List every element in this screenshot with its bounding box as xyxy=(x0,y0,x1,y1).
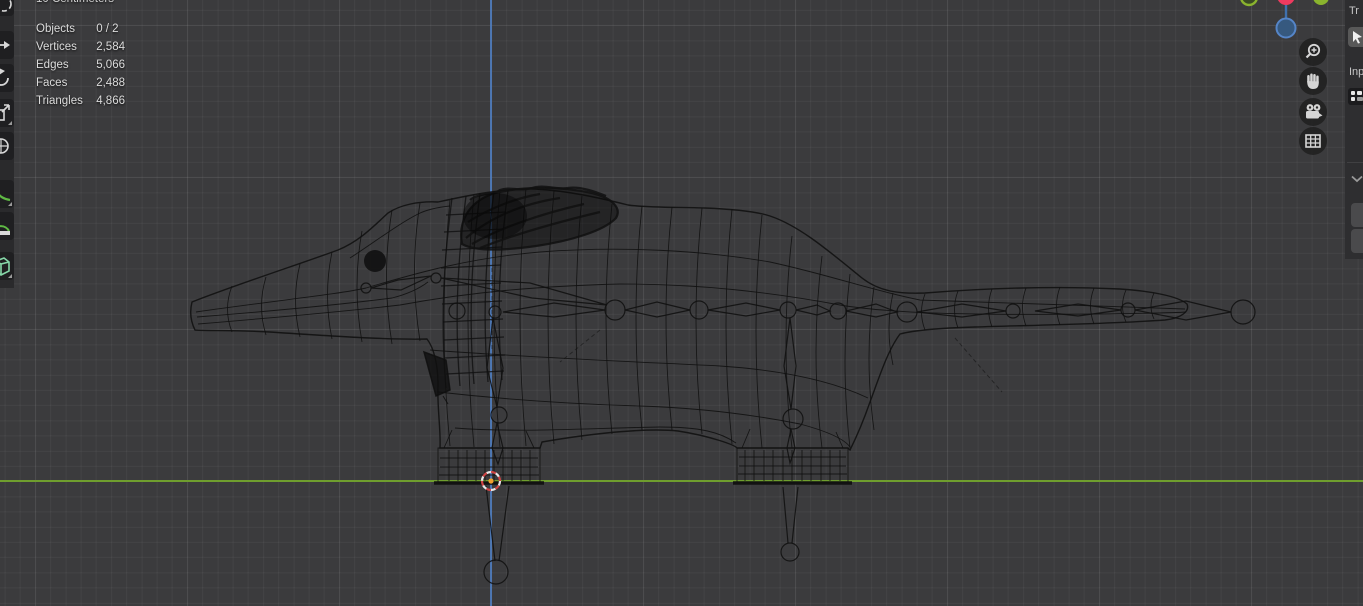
axis-line-blue xyxy=(490,0,492,606)
left-toolbar xyxy=(0,0,14,288)
panel-separator xyxy=(1347,162,1363,163)
side-panel: Tr Inp xyxy=(1345,0,1363,259)
scale-tool-button[interactable] xyxy=(0,99,14,127)
pan-hand-icon xyxy=(1307,73,1319,89)
panel-button-top[interactable] xyxy=(1351,203,1363,227)
grid-scale-label: 10 Centimeters xyxy=(36,0,114,5)
grid-ortho-button[interactable] xyxy=(1299,127,1327,155)
axis-y2-green-icon xyxy=(1313,0,1329,5)
zoom-icon xyxy=(1305,43,1321,59)
pan-button[interactable] xyxy=(1299,67,1327,95)
input-label: Inp xyxy=(1349,66,1363,78)
axis-y-green-icon xyxy=(1240,0,1258,7)
statistics-overlay: Objects 0 / 2 Vertices 2,584 Edges 5,066… xyxy=(36,20,125,110)
camera-view-icon xyxy=(1305,104,1322,119)
panel-button-bottom[interactable] xyxy=(1351,229,1363,253)
viewport-grid xyxy=(0,0,1363,606)
chevron-down-icon[interactable] xyxy=(1351,175,1363,183)
transform-tool-button[interactable] xyxy=(0,132,14,160)
axis-z-blue-icon xyxy=(1275,17,1297,39)
stat-triangles: Triangles 4,866 xyxy=(36,95,125,107)
zoom-button[interactable] xyxy=(1299,38,1327,66)
annotate-tool-button[interactable] xyxy=(0,180,14,208)
submenu-corner xyxy=(8,121,12,125)
keyboard-icon[interactable] xyxy=(1348,88,1363,105)
camera-view-button[interactable] xyxy=(1299,98,1327,126)
grid-ortho-icon xyxy=(1305,134,1321,148)
stat-objects: Objects 0 / 2 xyxy=(36,23,119,35)
transform-label: Tr xyxy=(1349,5,1359,17)
blender-3d-viewport[interactable]: 10 Centimeters Objects 0 / 2 Vertices 2,… xyxy=(0,0,1363,606)
axis-x-red-icon xyxy=(1277,0,1295,5)
submenu-corner xyxy=(8,274,12,278)
stat-edges: Edges 5,066 xyxy=(36,59,125,71)
select-cursor-icon xyxy=(1353,31,1362,44)
stat-vertices: Vertices 2,584 xyxy=(36,41,125,53)
measure-tool-button[interactable] xyxy=(0,212,14,240)
select-tool-button[interactable] xyxy=(1348,27,1363,47)
cursor-tool-button[interactable] xyxy=(0,0,14,16)
move-tool-button[interactable] xyxy=(0,31,14,59)
stat-faces: Faces 2,488 xyxy=(36,77,125,89)
axis-line-green xyxy=(0,480,1363,482)
submenu-corner xyxy=(8,202,12,206)
rotate-tool-button[interactable] xyxy=(0,64,14,92)
add-cube-tool-button[interactable] xyxy=(0,252,14,280)
navigation-gizmo[interactable] xyxy=(1235,0,1345,49)
